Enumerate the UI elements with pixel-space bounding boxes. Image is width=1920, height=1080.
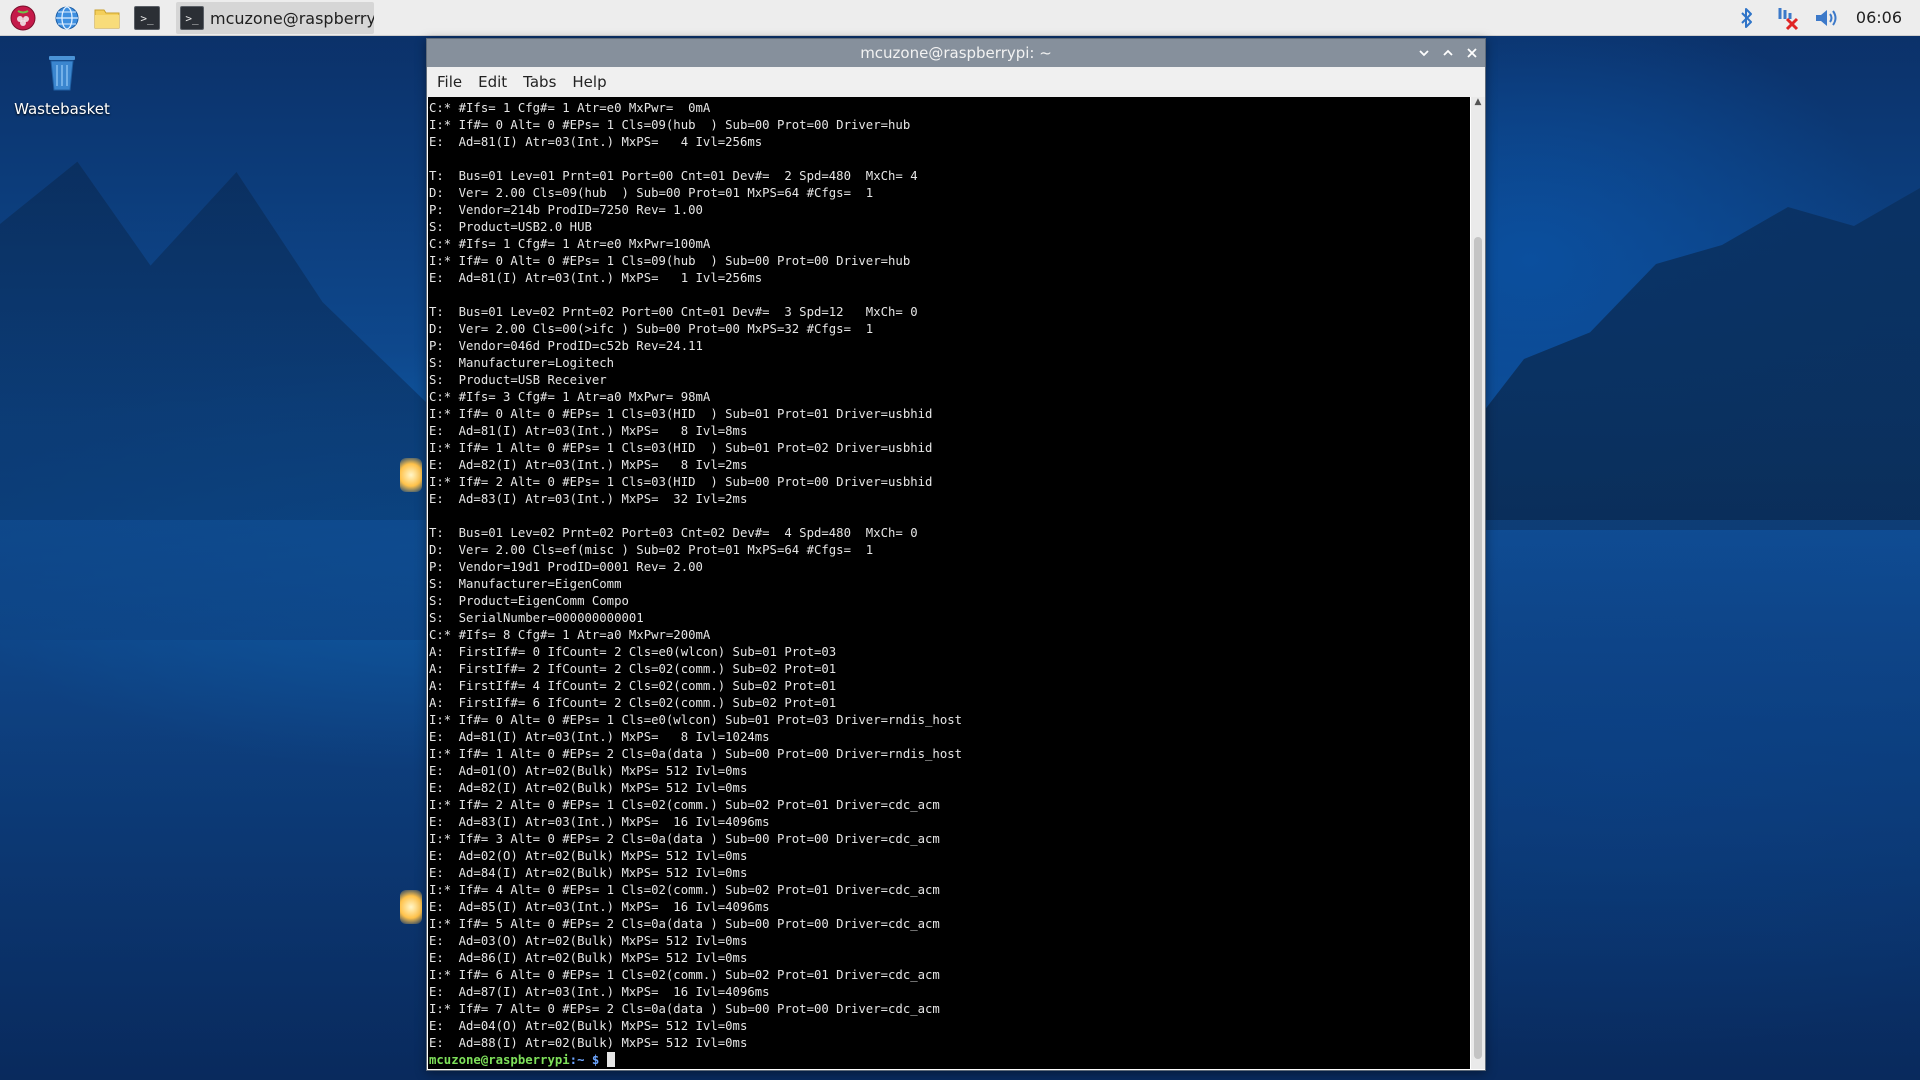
menu-tabs[interactable]: Tabs <box>523 73 556 91</box>
wallpaper-lantern-reflection <box>400 890 422 924</box>
clock[interactable]: 06:06 <box>1856 0 1902 36</box>
file-manager-icon[interactable] <box>92 3 122 33</box>
maximize-button[interactable] <box>1439 44 1457 62</box>
network-disconnected-icon[interactable] <box>1774 3 1802 33</box>
trash-icon <box>49 56 75 91</box>
terminal-output-area[interactable]: C:* #Ifs= 1 Cfg#= 1 Atr=e0 MxPwr= 0mA I:… <box>428 97 1470 1069</box>
taskbar-item-terminal[interactable]: >_ mcuzone@raspberry... <box>176 2 374 34</box>
chevron-down-icon <box>1419 50 1429 57</box>
scrollbar-thumb[interactable] <box>1474 237 1482 1059</box>
wastebasket-desktop-icon[interactable]: Wastebasket <box>12 48 112 118</box>
text-cursor <box>606 1052 615 1067</box>
menu-edit[interactable]: Edit <box>478 73 507 91</box>
terminal-icon[interactable]: >_ <box>132 3 162 33</box>
terminal-prompt[interactable]: mcuzone@raspberrypi:~ $ <box>428 1052 1470 1069</box>
terminal-icon: >_ <box>180 6 204 30</box>
window-titlebar[interactable]: mcuzone@raspberrypi: ~ <box>427 39 1485 67</box>
chevron-up-icon <box>1443 49 1453 56</box>
raspberry-menu-icon[interactable] <box>8 3 38 33</box>
terminal-scrollbar[interactable]: ▲ <box>1471 97 1485 1069</box>
terminal-output: C:* #Ifs= 1 Cfg#= 1 Atr=e0 MxPwr= 0mA I:… <box>429 101 963 1050</box>
window-title: mcuzone@raspberrypi: ~ <box>860 44 1052 62</box>
menubar: File Edit Tabs Help <box>427 67 1485 97</box>
close-icon <box>1467 48 1477 58</box>
close-button[interactable] <box>1463 44 1481 62</box>
prompt-user: mcuzone@raspberrypi <box>429 1053 570 1067</box>
top-panel: >_ >_ mcuzone@raspberry... 06:06 <box>0 0 1920 36</box>
volume-icon[interactable] <box>1812 3 1844 33</box>
wallpaper-mountain-right <box>1480 188 1920 530</box>
scroll-up-icon[interactable]: ▲ <box>1473 97 1483 109</box>
prompt-path: :~ $ <box>569 1053 600 1067</box>
web-browser-icon[interactable] <box>52 3 82 33</box>
bluetooth-icon[interactable] <box>1735 3 1759 33</box>
terminal-window: mcuzone@raspberrypi: ~ File Edit Tabs He… <box>426 38 1486 1071</box>
terminal-launcher-glyph: >_ <box>134 6 160 30</box>
wastebasket-label: Wastebasket <box>14 100 110 118</box>
wallpaper-lantern <box>400 458 422 492</box>
wallpaper-mountain-left <box>0 161 430 640</box>
menu-file[interactable]: File <box>437 73 462 91</box>
minimize-button[interactable] <box>1415 44 1433 62</box>
taskbar-item-label: mcuzone@raspberry... <box>210 8 374 28</box>
menu-help[interactable]: Help <box>572 73 606 91</box>
